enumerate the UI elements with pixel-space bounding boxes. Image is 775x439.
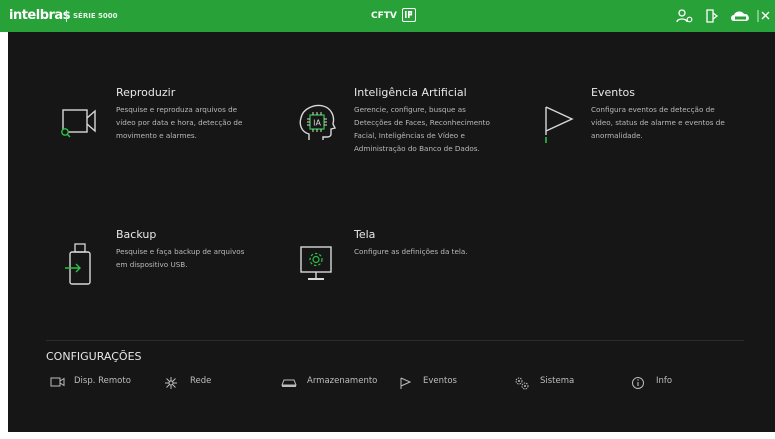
top-bar: intelbras SÉRIE 5000 CFTV [0,0,775,32]
hdd-icon [281,379,297,387]
close-icon[interactable] [757,8,771,24]
logout-icon[interactable] [703,8,721,24]
info-icon [632,377,644,389]
module-desc-eventos: Configura eventos de detecção de vídeo, … [591,105,725,140]
series-label: SÉRIE 5000 [73,12,118,20]
event-flag-icon [542,103,578,151]
ai-head-icon: IA [295,100,339,152]
monitor-settings-icon [298,244,334,290]
cloud-icon[interactable] [729,8,753,24]
module-desc-backup: Pesquise e faça backup de arquivos em di… [116,247,245,269]
camera-icon [50,377,65,387]
config-label-eventos: Eventos [423,376,457,386]
flag-icon [400,377,412,389]
config-label-sistema: Sistema [540,376,575,386]
config-item-disp-remoto[interactable]: Disp. Remoto [50,374,140,390]
config-item-armazenamento[interactable]: Armazenamento [281,374,381,390]
module-title-eventos: Eventos [591,86,635,99]
config-divider [46,340,744,341]
module-title-backup: Backup [116,228,157,241]
brand-label: CFTV [371,11,397,21]
ai-icon-label: IA [313,119,321,128]
config-item-eventos[interactable]: Eventos [399,374,469,390]
config-label-info: Info [656,376,673,386]
module-title-reproduzir: Reproduzir [116,86,176,99]
config-label-rede: Rede [190,376,212,386]
gears-icon [515,377,529,390]
usb-backup-icon [63,240,95,294]
module-title-tela: Tela [354,228,376,241]
module-desc-reproduzir: Pesquise e reproduza arquivos de vídeo p… [116,105,243,140]
config-item-info[interactable]: Info [631,374,691,390]
config-item-sistema[interactable]: Sistema [514,374,584,390]
config-title: CONFIGURAÇÕES [46,350,142,363]
logo-divider [66,10,67,22]
module-title-inteligencia-artificial: Inteligência Artificial [354,86,467,99]
config-item-rede[interactable]: Rede [164,374,224,390]
module-desc-tela: Configure as definições da tela. [354,247,468,256]
user-settings-icon[interactable] [676,8,694,24]
intelbras-logo: intelbras [9,8,70,23]
playback-camera-search-icon [57,106,101,146]
module-desc-inteligencia-artificial: Gerencie, configure, busque as Detecções… [354,105,490,153]
network-icon [165,377,177,389]
config-label-armazenamento: Armazenamento [307,376,378,386]
config-label-disp-remoto: Disp. Remoto [74,376,131,386]
ip-box-icon [402,8,416,22]
